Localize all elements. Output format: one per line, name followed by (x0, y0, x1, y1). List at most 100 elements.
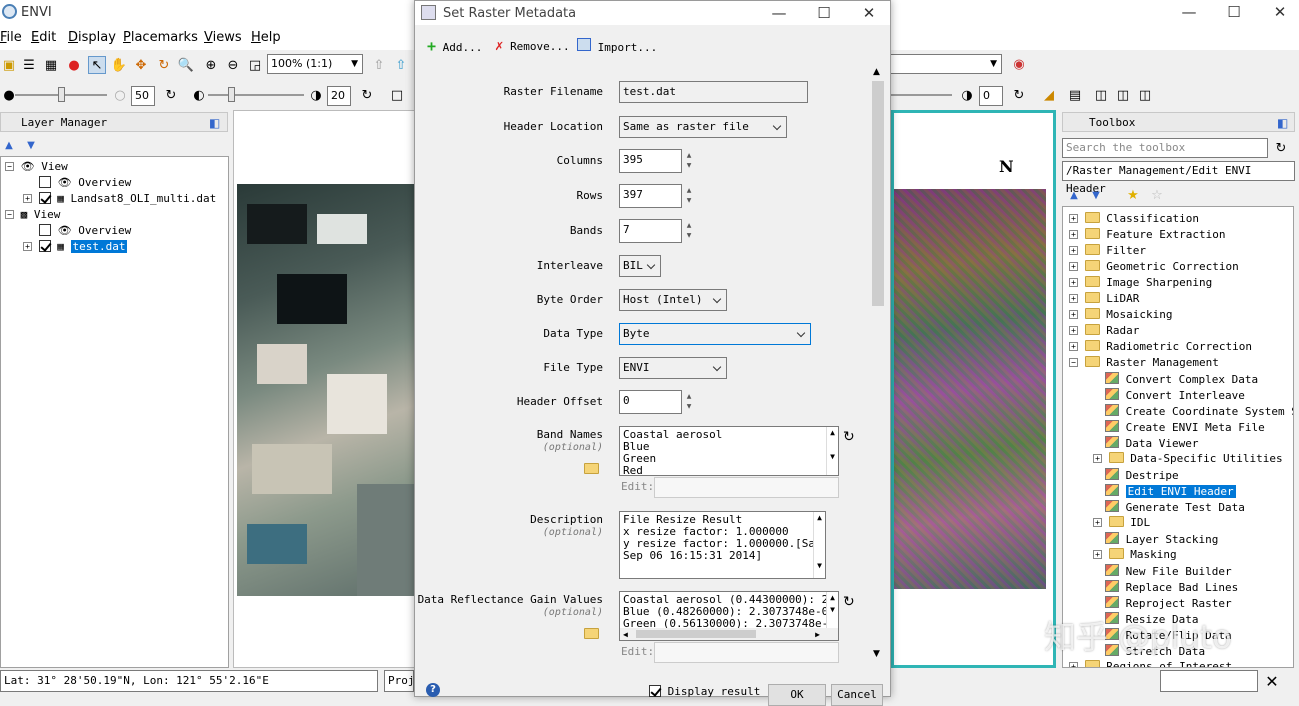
toolbox-category[interactable]: + LiDAR (1069, 292, 1139, 305)
expand-toggle[interactable]: + (1093, 550, 1102, 559)
expand-toggle[interactable]: + (1069, 214, 1078, 223)
placemark-icon[interactable]: ● (65, 56, 83, 74)
transparency-value[interactable]: 0 (979, 86, 1003, 106)
menu-edit[interactable]: Edit (31, 30, 56, 45)
collapse-all-icon[interactable]: ▼ (1087, 186, 1105, 204)
close-icon[interactable]: ✕ (854, 3, 884, 23)
toolbox-category[interactable]: + Geometric Correction (1069, 260, 1239, 273)
transparency-slider[interactable] (890, 94, 952, 96)
collapse-all-icon[interactable]: ▼ (22, 136, 40, 154)
add-button[interactable]: + Add... (427, 37, 482, 55)
remove-button[interactable]: ✗ Remove... (495, 38, 570, 54)
rows-spinner[interactable]: ▲ ▼ (685, 186, 693, 206)
minimize-icon[interactable]: — (764, 3, 794, 23)
refresh-icon[interactable]: ↻ (843, 594, 855, 610)
minimize-icon[interactable]: — (1174, 2, 1204, 22)
reset-icon[interactable]: ↻ (358, 86, 376, 104)
contrast-slider[interactable] (208, 94, 304, 96)
layout-3-icon[interactable]: ◫ (1136, 86, 1154, 104)
interleave-select[interactable]: BIL (619, 255, 661, 277)
expand-toggle[interactable]: + (1069, 294, 1078, 303)
list-item[interactable]: Red (623, 465, 835, 476)
undock-icon[interactable]: ◧ (1277, 114, 1288, 132)
refresh-icon[interactable]: ↻ (1272, 139, 1290, 157)
textarea-scrollbar[interactable]: ▲ ▼ (813, 512, 825, 578)
menu-placemarks[interactable]: Placemarks (123, 30, 198, 45)
expand-toggle[interactable]: + (1069, 326, 1078, 335)
display-result-checkbox[interactable] (649, 685, 661, 697)
zoom-in-icon[interactable]: ⊕ (202, 56, 220, 74)
bands-input[interactable]: 7 (619, 219, 682, 243)
overview-checkbox[interactable] (39, 224, 51, 236)
image-view-right[interactable]: N (891, 110, 1056, 668)
toolbox-category[interactable]: + Regions of Interest (1069, 660, 1232, 667)
band-names-list[interactable]: Coastal aerosol Blue Green Red ▲ ▼ (619, 426, 839, 476)
toolbox-tool-item[interactable]: Edit ENVI Header (1093, 484, 1236, 498)
expand-toggle[interactable]: + (1069, 262, 1078, 271)
toolbox-category[interactable]: + Mosaicking (1069, 308, 1172, 321)
next-view-icon[interactable]: ⇧ (392, 56, 410, 74)
overview-node[interactable]: 👁 Overview (39, 224, 131, 237)
view-node[interactable]: − 👁 View (5, 160, 68, 173)
favorite-star-icon[interactable]: ★ (1124, 186, 1142, 204)
gain-values-list[interactable]: Coastal aerosol (0.44300000): 2.3( Blue … (619, 591, 839, 641)
select-arrow-icon[interactable]: ↖ (88, 56, 106, 74)
menu-views[interactable]: Views (204, 30, 242, 45)
reset-icon[interactable]: ↻ (162, 86, 180, 104)
data-manager-icon[interactable]: ☰ (20, 56, 38, 74)
toolbox-tool-item[interactable]: Replace Bad Lines (1093, 580, 1238, 594)
cancel-button[interactable]: Cancel (831, 684, 883, 706)
file-type-select[interactable]: ENVI (619, 357, 727, 379)
favorite-outline-icon[interactable]: ☆ (1148, 186, 1166, 204)
scrollbar-thumb[interactable] (872, 81, 884, 306)
list-scrollbar[interactable]: ▲ ▼ (826, 427, 838, 475)
folder-icon[interactable] (584, 627, 599, 641)
folder-icon[interactable] (584, 462, 599, 476)
fly-icon[interactable]: ✥ (132, 56, 150, 74)
horizontal-scrollbar[interactable]: ◀ ▶ (620, 628, 838, 640)
toolbox-tool-item[interactable]: Create ENVI Meta File (1093, 420, 1265, 434)
list-item[interactable]: Coastal aerosol (623, 429, 835, 441)
toolbox-category[interactable]: + Filter (1069, 244, 1146, 257)
toolbox-tool-item[interactable]: Generate Test Data (1093, 500, 1245, 514)
byte-order-select[interactable]: Host (Intel) (619, 289, 727, 311)
overview-node[interactable]: 👁 Overview (39, 176, 131, 189)
toolbox-tool-item[interactable]: + Masking (1093, 548, 1177, 561)
gain-edit-field[interactable] (654, 642, 839, 663)
rotate-icon[interactable]: ↻ (155, 56, 173, 74)
header-offset-input[interactable]: 0 (619, 390, 682, 414)
landsat-layer-node[interactable]: + ▦ Landsat8_OLI_multi.dat (23, 192, 216, 205)
view-select[interactable]: ▼ (890, 54, 1002, 74)
test-checkbox[interactable] (38, 240, 51, 252)
toolbox-category[interactable]: + Image Sharpening (1069, 276, 1212, 289)
chip-icon[interactable]: ▦ (42, 56, 60, 74)
layout-2-icon[interactable]: ◫ (1114, 86, 1132, 104)
reset-icon[interactable]: ↻ (1010, 86, 1028, 104)
expand-all-icon[interactable]: ▲ (1065, 186, 1083, 204)
columns-spinner[interactable]: ▲ ▼ (685, 151, 693, 171)
toolbox-category[interactable]: + Feature Extraction (1069, 228, 1225, 241)
toolbox-category[interactable]: + Radar (1069, 324, 1139, 337)
dialog-scrollbar[interactable]: ▲ ▼ (870, 65, 886, 665)
open-folder-icon[interactable]: ▣ (0, 56, 18, 74)
brightness-value[interactable]: 50 (131, 86, 155, 106)
columns-input[interactable]: 395 (619, 149, 682, 173)
rows-input[interactable]: 397 (619, 184, 682, 208)
toolbox-tool-item[interactable]: + Data-Specific Utilities (1093, 452, 1283, 465)
ok-button[interactable]: OK (768, 684, 826, 706)
expand-all-icon[interactable]: ▲ (0, 136, 18, 154)
header-offset-spinner[interactable]: ▲ ▼ (685, 392, 693, 412)
zoom-icon[interactable]: 🔍 (177, 56, 195, 74)
menu-file[interactable]: File (0, 30, 22, 45)
expand-toggle[interactable]: + (1069, 278, 1078, 287)
expand-toggle[interactable]: + (1093, 454, 1102, 463)
portal-icon[interactable]: ▤ (1066, 86, 1084, 104)
maximize-icon[interactable]: ☐ (1219, 2, 1249, 22)
expand-toggle[interactable]: + (1069, 342, 1078, 351)
help-icon[interactable]: ? (426, 683, 440, 697)
scroll-up-icon[interactable]: ▲ (873, 67, 880, 77)
zoom-fit-icon[interactable]: ◲ (246, 56, 264, 74)
view-node[interactable]: − ▩ View (5, 208, 60, 221)
maximize-icon[interactable]: ☐ (809, 3, 839, 23)
expand-toggle[interactable]: + (1069, 310, 1078, 319)
